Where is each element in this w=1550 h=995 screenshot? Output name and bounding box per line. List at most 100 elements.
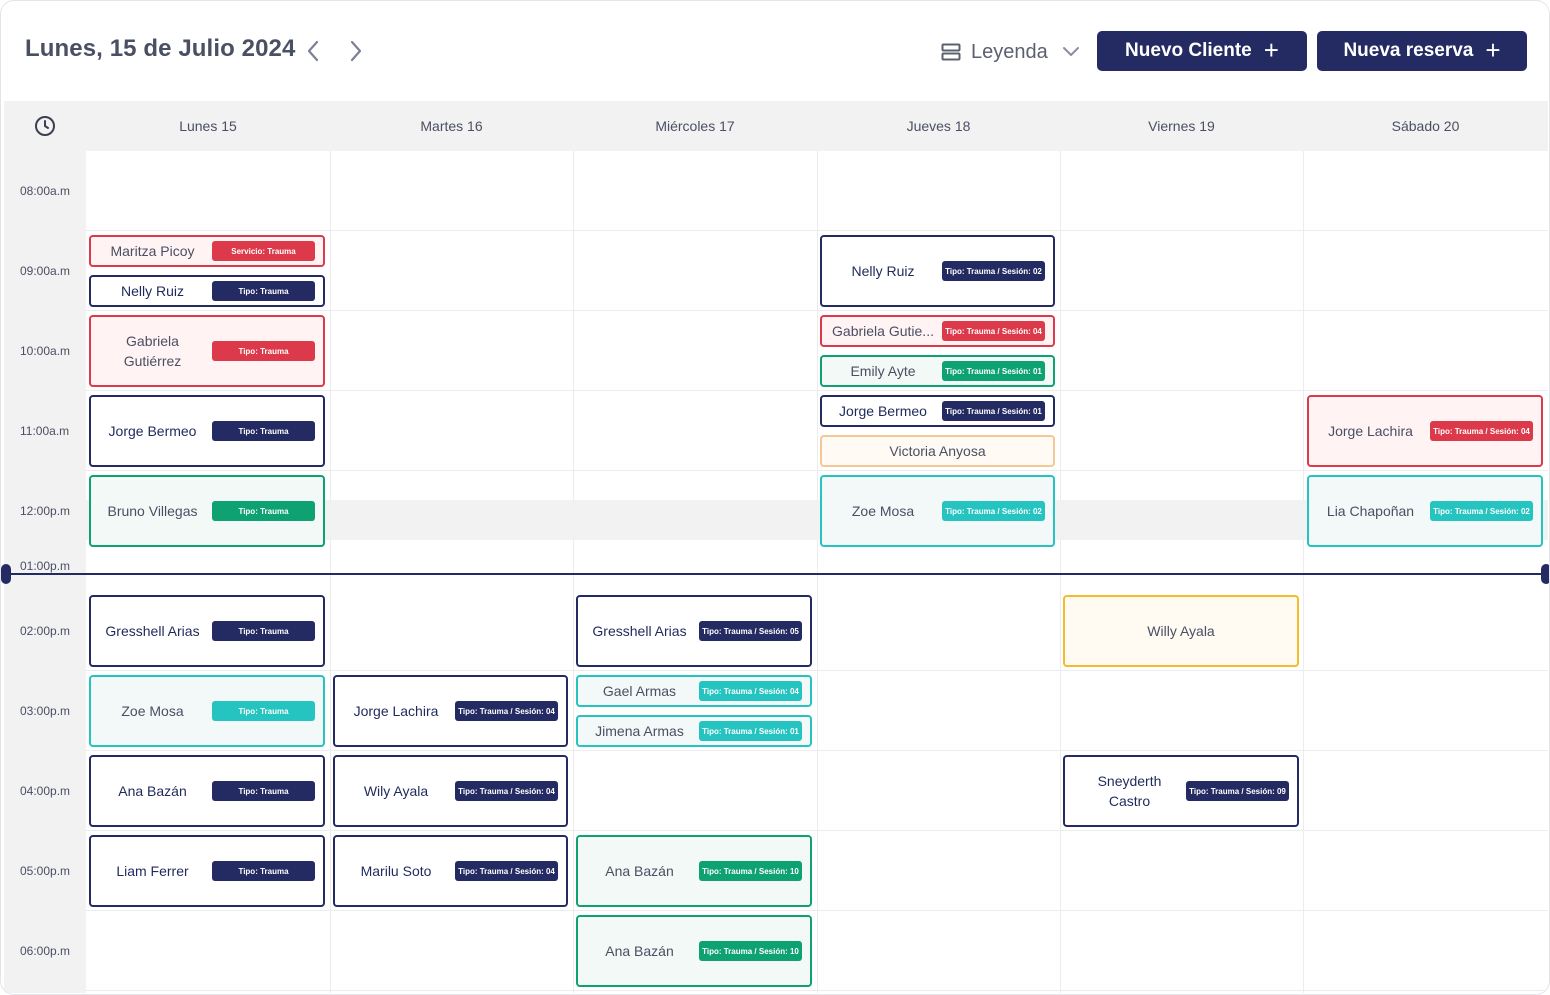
legend-label: Leyenda bbox=[971, 40, 1048, 63]
grid-line bbox=[573, 151, 574, 993]
appointment-card[interactable]: Jorge Bermeo Tipo: Trauma / Sesión: 01 bbox=[820, 395, 1055, 427]
appointment-card[interactable]: Willy Ayala bbox=[1063, 595, 1299, 667]
appointment-card[interactable]: Gabriela Gutie... Tipo: Trauma / Sesión:… bbox=[820, 315, 1055, 347]
appointment-card[interactable]: Zoe Mosa Tipo: Trauma / Sesión: 02 bbox=[820, 475, 1055, 547]
time-label: 05:00p.m bbox=[20, 864, 71, 878]
appointment-card[interactable]: Lia Chapoñan Tipo: Trauma / Sesión: 02 bbox=[1307, 475, 1543, 547]
appointment-card[interactable]: Jimena Armas Tipo: Trauma / Sesión: 01 bbox=[576, 715, 812, 747]
appointment-client-name: Jorge Lachira bbox=[1328, 423, 1413, 439]
appointment-card[interactable]: Nelly Ruiz Tipo: Trauma bbox=[89, 275, 325, 307]
chevron-down-icon bbox=[1058, 46, 1080, 58]
appointment-client-name: Jimena Armas bbox=[595, 723, 684, 739]
time-label: 06:00p.m bbox=[20, 944, 71, 958]
day-header-thursday[interactable]: Jueves 18 bbox=[817, 101, 1060, 151]
appointment-type-badge: Tipo: Trauma bbox=[212, 421, 315, 441]
appointment-card[interactable]: Nelly Ruiz Tipo: Trauma / Sesión: 02 bbox=[820, 235, 1055, 307]
new-booking-button[interactable]: Nueva reserva + bbox=[1317, 31, 1527, 71]
appointment-card[interactable]: Zoe Mosa Tipo: Trauma bbox=[89, 675, 325, 747]
appointment-card[interactable]: Gabriela Gutiérrez Tipo: Trauma bbox=[89, 315, 325, 387]
day-header-wednesday[interactable]: Miércoles 17 bbox=[573, 101, 817, 151]
appointment-card[interactable]: Gresshell Arias Tipo: Trauma / Sesión: 0… bbox=[576, 595, 812, 667]
grid-line bbox=[1060, 151, 1061, 993]
current-date-title: Lunes, 15 de Julio 2024 bbox=[25, 35, 296, 62]
appointment-type-badge: Tipo: Trauma bbox=[212, 861, 315, 881]
appointment-type-badge: Tipo: Trauma / Sesión: 10 bbox=[699, 861, 802, 881]
chevron-right-icon bbox=[350, 40, 362, 62]
previous-week-button[interactable] bbox=[300, 38, 326, 64]
new-client-label: Nuevo Cliente bbox=[1125, 40, 1252, 61]
appointment-client-name: Gresshell Arias bbox=[592, 623, 687, 639]
time-label: 11:00a.m bbox=[20, 424, 70, 438]
time-label: 10:00a.m bbox=[20, 344, 71, 358]
appointment-type-badge: Tipo: Trauma / Sesión: 02 bbox=[1430, 501, 1533, 521]
appointment-client-name: Liam Ferrer bbox=[116, 863, 189, 879]
appointment-client-name: Gael Armas bbox=[602, 683, 677, 699]
appointment-type-badge: Tipo: Trauma bbox=[212, 701, 315, 721]
appointment-type-badge: Tipo: Trauma bbox=[212, 501, 315, 521]
appointment-client-name: Emily Ayte bbox=[850, 363, 916, 379]
appointment-type-badge: Tipo: Trauma / Sesión: 01 bbox=[942, 401, 1045, 421]
appointment-type-badge: Tipo: Trauma / Sesión: 02 bbox=[942, 261, 1045, 281]
appointment-card[interactable]: Gresshell Arias Tipo: Trauma bbox=[89, 595, 325, 667]
appointment-client-name: Nelly Ruiz bbox=[851, 263, 915, 279]
appointment-client-name: Jorge Lachira bbox=[353, 703, 439, 719]
appointment-client-name: Zoe Mosa bbox=[851, 503, 915, 519]
appointment-card[interactable]: Bruno Villegas Tipo: Trauma bbox=[89, 475, 325, 547]
day-header-friday[interactable]: Viernes 19 bbox=[1060, 101, 1303, 151]
appointment-card[interactable]: Jorge Lachira Tipo: Trauma / Sesión: 04 bbox=[1307, 395, 1543, 467]
appointment-client-name: Willy Ayala bbox=[1147, 623, 1215, 639]
day-header-saturday[interactable]: Sábado 20 bbox=[1303, 101, 1548, 151]
new-client-button[interactable]: Nuevo Cliente + bbox=[1097, 31, 1307, 71]
plus-icon: + bbox=[1485, 35, 1501, 65]
next-week-button[interactable] bbox=[343, 38, 369, 64]
appointment-type-badge: Tipo: Trauma / Sesión: 01 bbox=[942, 361, 1045, 381]
appointment-client-name: Lia Chapoñan bbox=[1326, 503, 1415, 519]
appointment-card[interactable]: Jorge Bermeo Tipo: Trauma bbox=[89, 395, 325, 467]
appointment-type-badge: Tipo: Trauma bbox=[212, 781, 315, 801]
day-header-tuesday[interactable]: Martes 16 bbox=[330, 101, 573, 151]
appointment-card[interactable]: Liam Ferrer Tipo: Trauma bbox=[89, 835, 325, 907]
appointment-type-badge: Tipo: Trauma bbox=[212, 341, 315, 361]
appointment-type-badge: Tipo: Trauma / Sesión: 04 bbox=[1430, 421, 1533, 441]
appointment-type-badge: Servicio: Trauma bbox=[212, 241, 315, 261]
chevron-left-icon bbox=[307, 40, 319, 62]
appointment-client-name: Maritza Picoy bbox=[110, 243, 195, 259]
app-window: Lunes, 15 de Julio 2024 Leyenda Nuevo Cl… bbox=[0, 0, 1550, 995]
appointment-type-badge: Tipo: Trauma / Sesión: 04 bbox=[455, 781, 558, 801]
appointment-client-name: Bruno Villegas bbox=[107, 503, 198, 519]
appointment-type-badge: Tipo: Trauma / Sesión: 09 bbox=[1186, 781, 1289, 801]
appointment-card[interactable]: Ana Bazán Tipo: Trauma / Sesión: 10 bbox=[576, 915, 812, 987]
appointment-type-badge: Tipo: Trauma / Sesión: 01 bbox=[699, 721, 802, 741]
appointment-card[interactable]: Wily Ayala Tipo: Trauma / Sesión: 04 bbox=[333, 755, 568, 827]
week-calendar: Lunes 15 Martes 16 Miércoles 17 Jueves 1… bbox=[1, 101, 1549, 993]
time-label: 12:00p.m bbox=[20, 504, 71, 518]
appointment-card[interactable]: Sneyderth Castro Tipo: Trauma / Sesión: … bbox=[1063, 755, 1299, 827]
appointment-card[interactable]: Emily Ayte Tipo: Trauma / Sesión: 01 bbox=[820, 355, 1055, 387]
toolbar: Lunes, 15 de Julio 2024 Leyenda Nuevo Cl… bbox=[1, 1, 1549, 101]
appointment-card[interactable]: Gael Armas Tipo: Trauma / Sesión: 04 bbox=[576, 675, 812, 707]
appointment-card[interactable]: Ana Bazán Tipo: Trauma bbox=[89, 755, 325, 827]
clock-icon bbox=[35, 116, 55, 136]
appointment-client-name: Gabriela Gutiérrez bbox=[123, 333, 182, 369]
new-booking-label: Nueva reserva bbox=[1343, 40, 1474, 61]
day-header-monday[interactable]: Lunes 15 bbox=[86, 101, 330, 151]
current-time-handle-left[interactable] bbox=[1, 564, 11, 584]
appointment-client-name: Zoe Mosa bbox=[121, 703, 184, 719]
time-label: 04:00p.m bbox=[20, 784, 71, 798]
appointment-client-name: Sneyderth Castro bbox=[1097, 773, 1162, 809]
appointment-card[interactable]: Marilu Soto Tipo: Trauma / Sesión: 04 bbox=[333, 835, 568, 907]
appointment-type-badge: Tipo: Trauma / Sesión: 05 bbox=[699, 621, 802, 641]
time-label: 01:00p.m bbox=[20, 559, 71, 573]
time-label: 03:00p.m bbox=[20, 704, 71, 718]
legend-icon bbox=[941, 43, 961, 61]
appointment-card[interactable]: Maritza Picoy Servicio: Trauma bbox=[89, 235, 325, 267]
legend-dropdown[interactable]: Leyenda bbox=[941, 37, 1080, 67]
appointment-type-badge: Tipo: Trauma / Sesión: 04 bbox=[942, 321, 1045, 341]
appointment-card[interactable]: Ana Bazán Tipo: Trauma / Sesión: 10 bbox=[576, 835, 812, 907]
time-label: 02:00p.m bbox=[20, 624, 71, 638]
appointment-card[interactable]: Victoria Anyosa bbox=[820, 435, 1055, 467]
appointment-client-name: Gresshell Arias bbox=[105, 623, 200, 639]
current-time-handle-right[interactable] bbox=[1541, 564, 1549, 584]
appointment-client-name: Jorge Bermeo bbox=[108, 423, 197, 439]
appointment-card[interactable]: Jorge Lachira Tipo: Trauma / Sesión: 04 bbox=[333, 675, 568, 747]
